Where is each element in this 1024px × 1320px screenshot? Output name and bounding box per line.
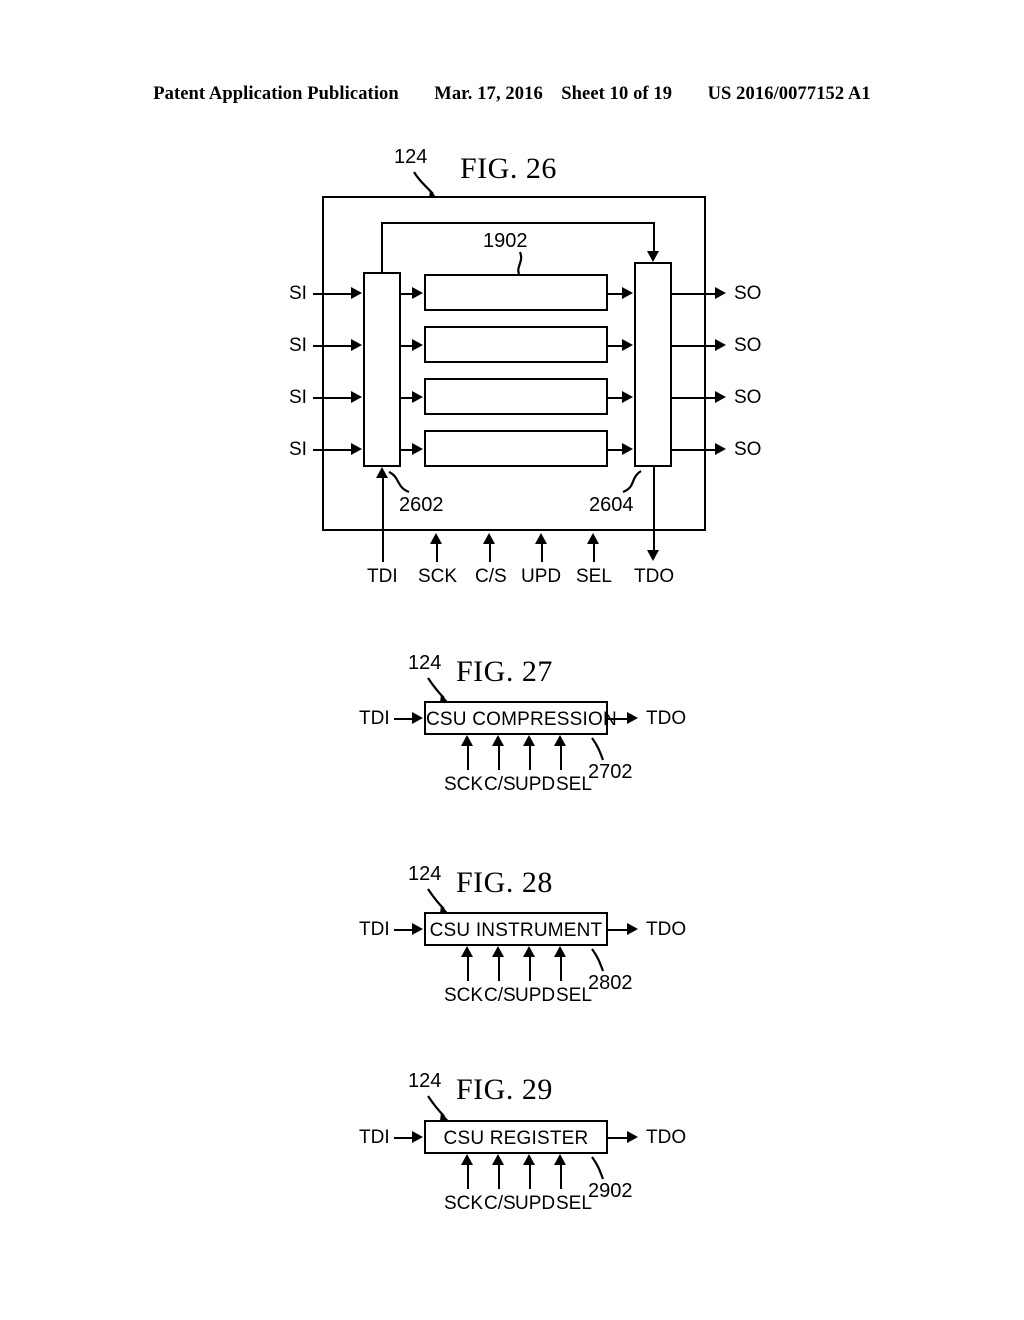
figure-29-sck-line bbox=[467, 1165, 469, 1189]
figure-29-sel-line bbox=[560, 1165, 562, 1189]
figure-29-sck-arrowhead bbox=[461, 1154, 473, 1165]
figure-29-ref-124: 124 bbox=[408, 1070, 442, 1092]
figure-29-tdo-label: TDO bbox=[646, 1127, 687, 1148]
figure-29-cs-label: C/S bbox=[484, 1193, 516, 1214]
figure-29-sel-arrowhead bbox=[554, 1154, 566, 1165]
figure-29-upd-arrowhead bbox=[523, 1154, 535, 1165]
figure-29-upd-label: UPD bbox=[515, 1193, 556, 1214]
figure-29-block-csu-register: CSU REGISTER bbox=[424, 1120, 608, 1154]
figure-29: FIG. 29 124 CSU REGISTER TDI TDO SCK C/S… bbox=[0, 0, 1024, 1320]
figure-29-upd-line bbox=[529, 1165, 531, 1189]
figure-29-title: FIG. 29 bbox=[456, 1073, 553, 1106]
figure-29-tdi-arrowhead bbox=[412, 1131, 423, 1143]
figure-29-sel-label: SEL bbox=[556, 1193, 592, 1214]
figure-29-block-label: CSU REGISTER bbox=[443, 1128, 589, 1149]
figure-29-sck-label: SCK bbox=[444, 1193, 484, 1214]
figure-29-tdo-line bbox=[608, 1137, 629, 1139]
figure-29-cs-line bbox=[498, 1165, 500, 1189]
figure-29-tdo-arrowhead bbox=[627, 1131, 638, 1143]
figure-29-cs-arrowhead bbox=[492, 1154, 504, 1165]
figure-29-ref-2902: 2902 bbox=[588, 1180, 633, 1202]
figure-29-tdi-label: TDI bbox=[359, 1127, 390, 1148]
figure-29-tdi-line bbox=[394, 1137, 414, 1139]
